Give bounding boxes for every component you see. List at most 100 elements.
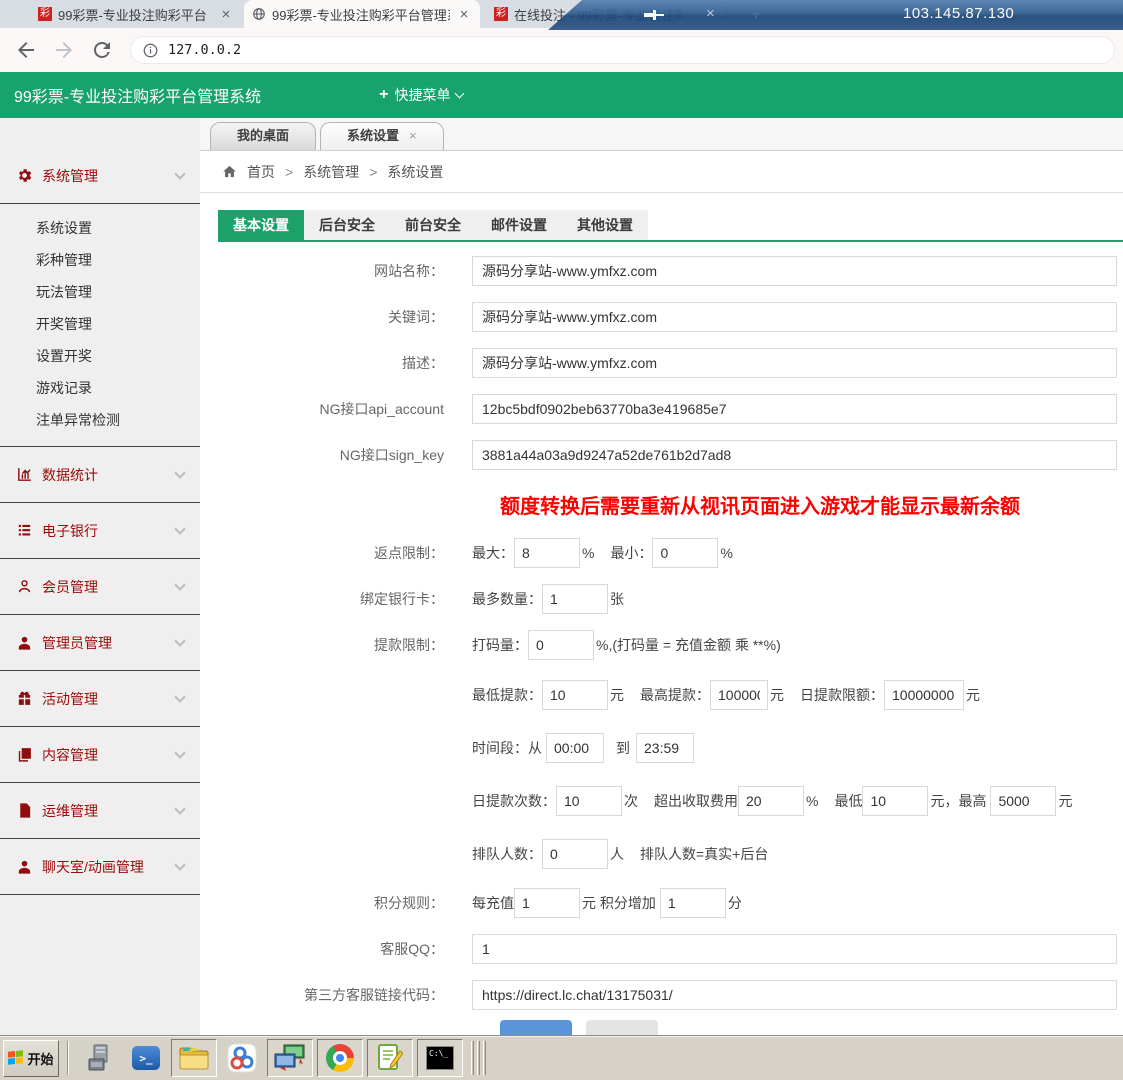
rdp-connection-bar[interactable]: × 103.145.87.130	[548, 0, 1123, 30]
file-explorer-icon[interactable]	[171, 1039, 217, 1077]
sidebar-item-system-settings[interactable]: 系统设置	[0, 212, 200, 244]
sidebar-item-draw-manage[interactable]: 开奖管理	[0, 308, 200, 340]
site-name-input[interactable]	[472, 256, 1117, 286]
remote-desktop-icon[interactable]	[267, 1039, 313, 1077]
sidebar-group-statistics[interactable]: 数据统计	[0, 447, 200, 503]
ops-icon	[16, 802, 33, 819]
description-input[interactable]	[472, 348, 1117, 378]
tab-backend-security[interactable]: 后台安全	[304, 210, 390, 240]
ng-api-account-input[interactable]	[472, 394, 1117, 424]
time-to-label: 到	[616, 738, 630, 758]
sidebar-group-label: 内容管理	[42, 745, 176, 765]
sidebar-item-lottery-manage[interactable]: 彩种管理	[0, 244, 200, 276]
form-row-warning: 额度转换后需要重新从视讯页面进入游戏才能显示最新余额	[200, 478, 1123, 530]
breadcrumb-current: 系统设置	[387, 162, 443, 182]
sidebar-group-chatroom[interactable]: 聊天室/动画管理	[0, 839, 200, 895]
forward-icon[interactable]	[52, 38, 76, 62]
daily-limit-input[interactable]	[884, 680, 964, 710]
back-icon[interactable]	[14, 38, 38, 62]
chrome-icon[interactable]	[317, 1039, 363, 1077]
tab-frontend-security[interactable]: 前台安全	[390, 210, 476, 240]
bank-card-qty-input[interactable]	[542, 584, 608, 614]
service-qq-input[interactable]	[472, 934, 1117, 964]
field-label: 提款限制：	[200, 635, 472, 655]
fee-input[interactable]	[738, 786, 804, 816]
breadcrumb-system-manage[interactable]: 系统管理	[303, 162, 359, 182]
sidebar-group-label: 会员管理	[42, 577, 176, 597]
points-add-label: 元 积分增加	[582, 893, 656, 913]
min-withdraw-input[interactable]	[542, 680, 608, 710]
sidebar-group-system[interactable]: 系统管理	[0, 148, 200, 204]
plus-icon: +	[379, 86, 388, 104]
field-label: NG接口api_account	[200, 399, 472, 419]
tab-other-settings[interactable]: 其他设置	[562, 210, 648, 240]
reload-icon[interactable]	[90, 38, 114, 62]
sidebar-item-set-draw[interactable]: 设置开奖	[0, 340, 200, 372]
sidebar-item-play-manage[interactable]: 玩法管理	[0, 276, 200, 308]
start-button[interactable]: 开始	[3, 1040, 59, 1077]
tab-basic-settings[interactable]: 基本设置	[218, 210, 304, 240]
workspace-tab-desktop[interactable]: 我的桌面	[210, 122, 316, 150]
dama-input[interactable]	[528, 630, 594, 660]
powershell-icon[interactable]: >_	[129, 1041, 163, 1075]
queue-input[interactable]	[542, 839, 608, 869]
sidebar-group-members[interactable]: 会员管理	[0, 559, 200, 615]
server-manager-icon[interactable]	[83, 1041, 117, 1075]
fee-min-input[interactable]	[862, 786, 928, 816]
taskbar: 开始 >_ C:\_	[0, 1035, 1123, 1080]
daily-times-input[interactable]	[556, 786, 622, 816]
unit-label: 元	[1058, 791, 1072, 811]
rebate-max-input[interactable]	[514, 538, 580, 568]
pin-icon[interactable]	[643, 7, 665, 23]
rebate-min-input[interactable]	[652, 538, 718, 568]
quick-menu-button[interactable]: + 快捷菜单	[379, 85, 463, 105]
unit-label: %	[582, 545, 594, 561]
tab-mail-settings[interactable]: 邮件设置	[476, 210, 562, 240]
time-to-input[interactable]	[636, 733, 694, 763]
points-add-input[interactable]	[660, 888, 726, 918]
home-icon[interactable]	[222, 164, 237, 179]
workspace-tab-system-settings[interactable]: 系统设置×	[320, 122, 444, 150]
sidebar-group-ops[interactable]: 运维管理	[0, 783, 200, 839]
start-label: 开始	[27, 1049, 53, 1068]
keywords-input[interactable]	[472, 302, 1117, 332]
chevron-down-icon	[174, 691, 185, 702]
sidebar-submenu-system: 系统设置 彩种管理 玩法管理 开奖管理 设置开奖 游戏记录 注单异常检测	[0, 204, 200, 447]
url-text[interactable]: 127.0.0.2	[168, 42, 241, 58]
sidebar-group-admins[interactable]: 管理员管理	[0, 615, 200, 671]
rings-app-icon[interactable]	[225, 1041, 259, 1075]
taskbar-divider	[67, 1041, 69, 1075]
sidebar-item-game-record[interactable]: 游戏记录	[0, 372, 200, 404]
fee-label: 超出收取费用	[654, 791, 738, 811]
browser-tab-2-active[interactable]: 99彩票-专业投注购彩平台管理系 ×	[244, 0, 480, 28]
taskbar-grip[interactable]	[471, 1041, 486, 1075]
sidebar-group-content[interactable]: 内容管理	[0, 727, 200, 783]
close-icon[interactable]: ×	[218, 6, 234, 23]
browser-tab-1[interactable]: 彩 99彩票-专业投注购彩平台 ×	[30, 0, 242, 28]
close-icon[interactable]: ×	[706, 5, 715, 22]
settings-tabbar: 基本设置 后台安全 前台安全 邮件设置 其他设置	[218, 210, 648, 240]
breadcrumb-home[interactable]: 首页	[247, 162, 275, 182]
sidebar-item-bet-anomaly[interactable]: 注单异常检测	[0, 404, 200, 436]
max-withdraw-input[interactable]	[710, 680, 768, 710]
field-label: 绑定银行卡：	[200, 589, 472, 609]
form-row-time-range: 时间段：从 到	[200, 721, 1123, 774]
points-per-input[interactable]	[514, 888, 580, 918]
app-title: 99彩票-专业投注购彩平台管理系统	[14, 83, 261, 107]
fee-mid-label: 元，最高	[930, 791, 986, 811]
cmd-icon[interactable]: C:\_	[417, 1039, 463, 1077]
ng-sign-key-input[interactable]	[472, 440, 1117, 470]
gift-icon	[16, 690, 33, 707]
form-row-withdraw-amounts: 最低提款： 元 最高提款： 元 日提款限额： 元	[200, 668, 1123, 721]
sidebar-group-ebank[interactable]: 电子银行	[0, 503, 200, 559]
new-tab-button[interactable]: +	[746, 4, 766, 24]
sidebar-group-activities[interactable]: 活动管理	[0, 671, 200, 727]
info-icon[interactable]	[143, 43, 158, 58]
close-icon[interactable]: ×	[409, 128, 417, 143]
close-icon[interactable]: ×	[456, 6, 472, 23]
third-party-link-input[interactable]	[472, 980, 1117, 1010]
notepad-plus-icon[interactable]	[367, 1039, 413, 1077]
time-from-input[interactable]	[546, 733, 604, 763]
address-bar[interactable]: 127.0.0.2	[130, 36, 1115, 64]
fee-max-input[interactable]	[990, 786, 1056, 816]
